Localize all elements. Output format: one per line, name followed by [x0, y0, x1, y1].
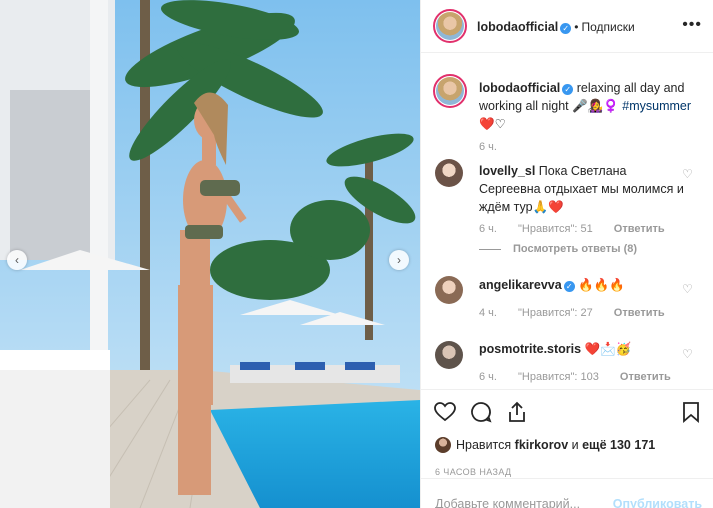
caption-username[interactable]: lobodaofficial	[479, 81, 560, 95]
hashtag-link[interactable]: #mysummer	[622, 99, 691, 113]
comment-body: 🔥🔥🔥	[578, 278, 625, 292]
view-replies-button[interactable]: Посмотреть ответы (8)	[479, 243, 637, 255]
more-horizontal-icon[interactable]: •••	[682, 16, 702, 34]
reply-button[interactable]: Ответить	[620, 371, 671, 383]
heart-icon[interactable]	[433, 400, 457, 424]
liker-username[interactable]: fkirkorov	[515, 438, 569, 452]
caption-avatar[interactable]	[433, 74, 467, 108]
reply-button[interactable]: Ответить	[614, 307, 665, 319]
verified-icon: ✓	[560, 23, 572, 34]
comment-icon[interactable]	[469, 400, 493, 424]
comment-avatar[interactable]	[435, 159, 463, 187]
caption-text: lobodaofficial ✓ relaxing all day and wor…	[479, 79, 694, 133]
view-replies-label: Посмотреть ответы (8)	[513, 243, 638, 255]
comment-text: lovelly_sl Пока Светлана Сергеевна отдых…	[479, 162, 684, 216]
comment-meta: 6 ч. "Нравится": 51 Ответить	[479, 223, 683, 235]
post-timestamp: 6 ЧАСОВ НАЗАД	[435, 467, 512, 477]
comment-likes[interactable]: "Нравится": 51	[518, 223, 593, 235]
caption-time: 6 ч.	[479, 141, 497, 153]
comment-avatar[interactable]	[435, 341, 463, 369]
comment-time: 6 ч.	[479, 371, 497, 383]
bookmark-icon[interactable]	[679, 400, 703, 424]
comment-time: 6 ч.	[479, 223, 497, 235]
chevron-right-icon[interactable]: ›	[389, 250, 409, 270]
comments-list: lobodaofficial ✓ relaxing all day and wor…	[421, 54, 713, 389]
follow-status-button[interactable]: Подписки	[581, 20, 634, 34]
replies-divider	[479, 248, 501, 250]
comment-likes[interactable]: "Нравится": 27	[518, 307, 593, 319]
publish-button[interactable]: Опубликовать	[613, 497, 702, 508]
likes-and: и	[571, 438, 579, 452]
comment-like-heart-icon[interactable]: ♡	[682, 282, 694, 296]
likes-prefix: Нравится	[456, 438, 512, 452]
separator: •	[574, 20, 579, 34]
liker-avatar	[435, 437, 451, 453]
post-photo[interactable]: ‹ ›	[0, 0, 420, 508]
comment-like-heart-icon[interactable]: ♡	[682, 167, 694, 181]
verified-icon: ✓	[562, 84, 574, 95]
comment-like-heart-icon[interactable]: ♡	[682, 347, 694, 361]
post-sidebar: lobodaofficial ✓ • Подписки ••• lobodaoffic…	[420, 0, 713, 508]
reply-button[interactable]: Ответить	[614, 223, 665, 235]
header-line: lobodaofficial ✓ • Подписки	[477, 20, 635, 34]
likes-summary: Нравится fkirkorov и ещё 130 171	[435, 437, 655, 453]
likes-count[interactable]: ещё 130 171	[582, 438, 655, 452]
author-avatar[interactable]	[433, 9, 467, 43]
comment-username[interactable]: angelikarevva	[479, 278, 562, 292]
comment-username[interactable]: lovelly_sl	[479, 164, 535, 178]
comment-meta: 4 ч. "Нравится": 27 Ответить	[479, 307, 683, 319]
post-actions: Нравится fkirkorov и ещё 130 171 6 ЧАСОВ…	[421, 389, 713, 508]
add-comment-bar: Добавьте комментарий... Опубликовать	[421, 478, 713, 508]
author-username[interactable]: lobodaofficial	[477, 20, 558, 34]
caption-emoji: ❤️♡	[479, 117, 506, 131]
comment-input[interactable]: Добавьте комментарий...	[435, 497, 580, 508]
comment-avatar[interactable]	[435, 276, 463, 304]
post-header: lobodaofficial ✓ • Подписки •••	[421, 0, 713, 53]
comment-text: posmotrite.storis ❤️📩🥳	[479, 340, 684, 358]
comment-text: angelikarevva ✓ 🔥🔥🔥	[479, 276, 684, 294]
comment-time: 4 ч.	[479, 307, 497, 319]
comment-meta: 6 ч. "Нравится": 103 Ответить	[479, 371, 689, 383]
chevron-left-icon[interactable]: ‹	[7, 250, 27, 270]
comment-likes[interactable]: "Нравится": 103	[518, 371, 599, 383]
photo-illustration	[0, 0, 420, 508]
verified-icon: ✓	[563, 281, 575, 292]
comment-body: ❤️📩🥳	[584, 342, 632, 356]
share-icon[interactable]	[505, 400, 529, 424]
comment-username[interactable]: posmotrite.storis	[479, 342, 581, 356]
caption-meta: 6 ч.	[479, 141, 515, 153]
